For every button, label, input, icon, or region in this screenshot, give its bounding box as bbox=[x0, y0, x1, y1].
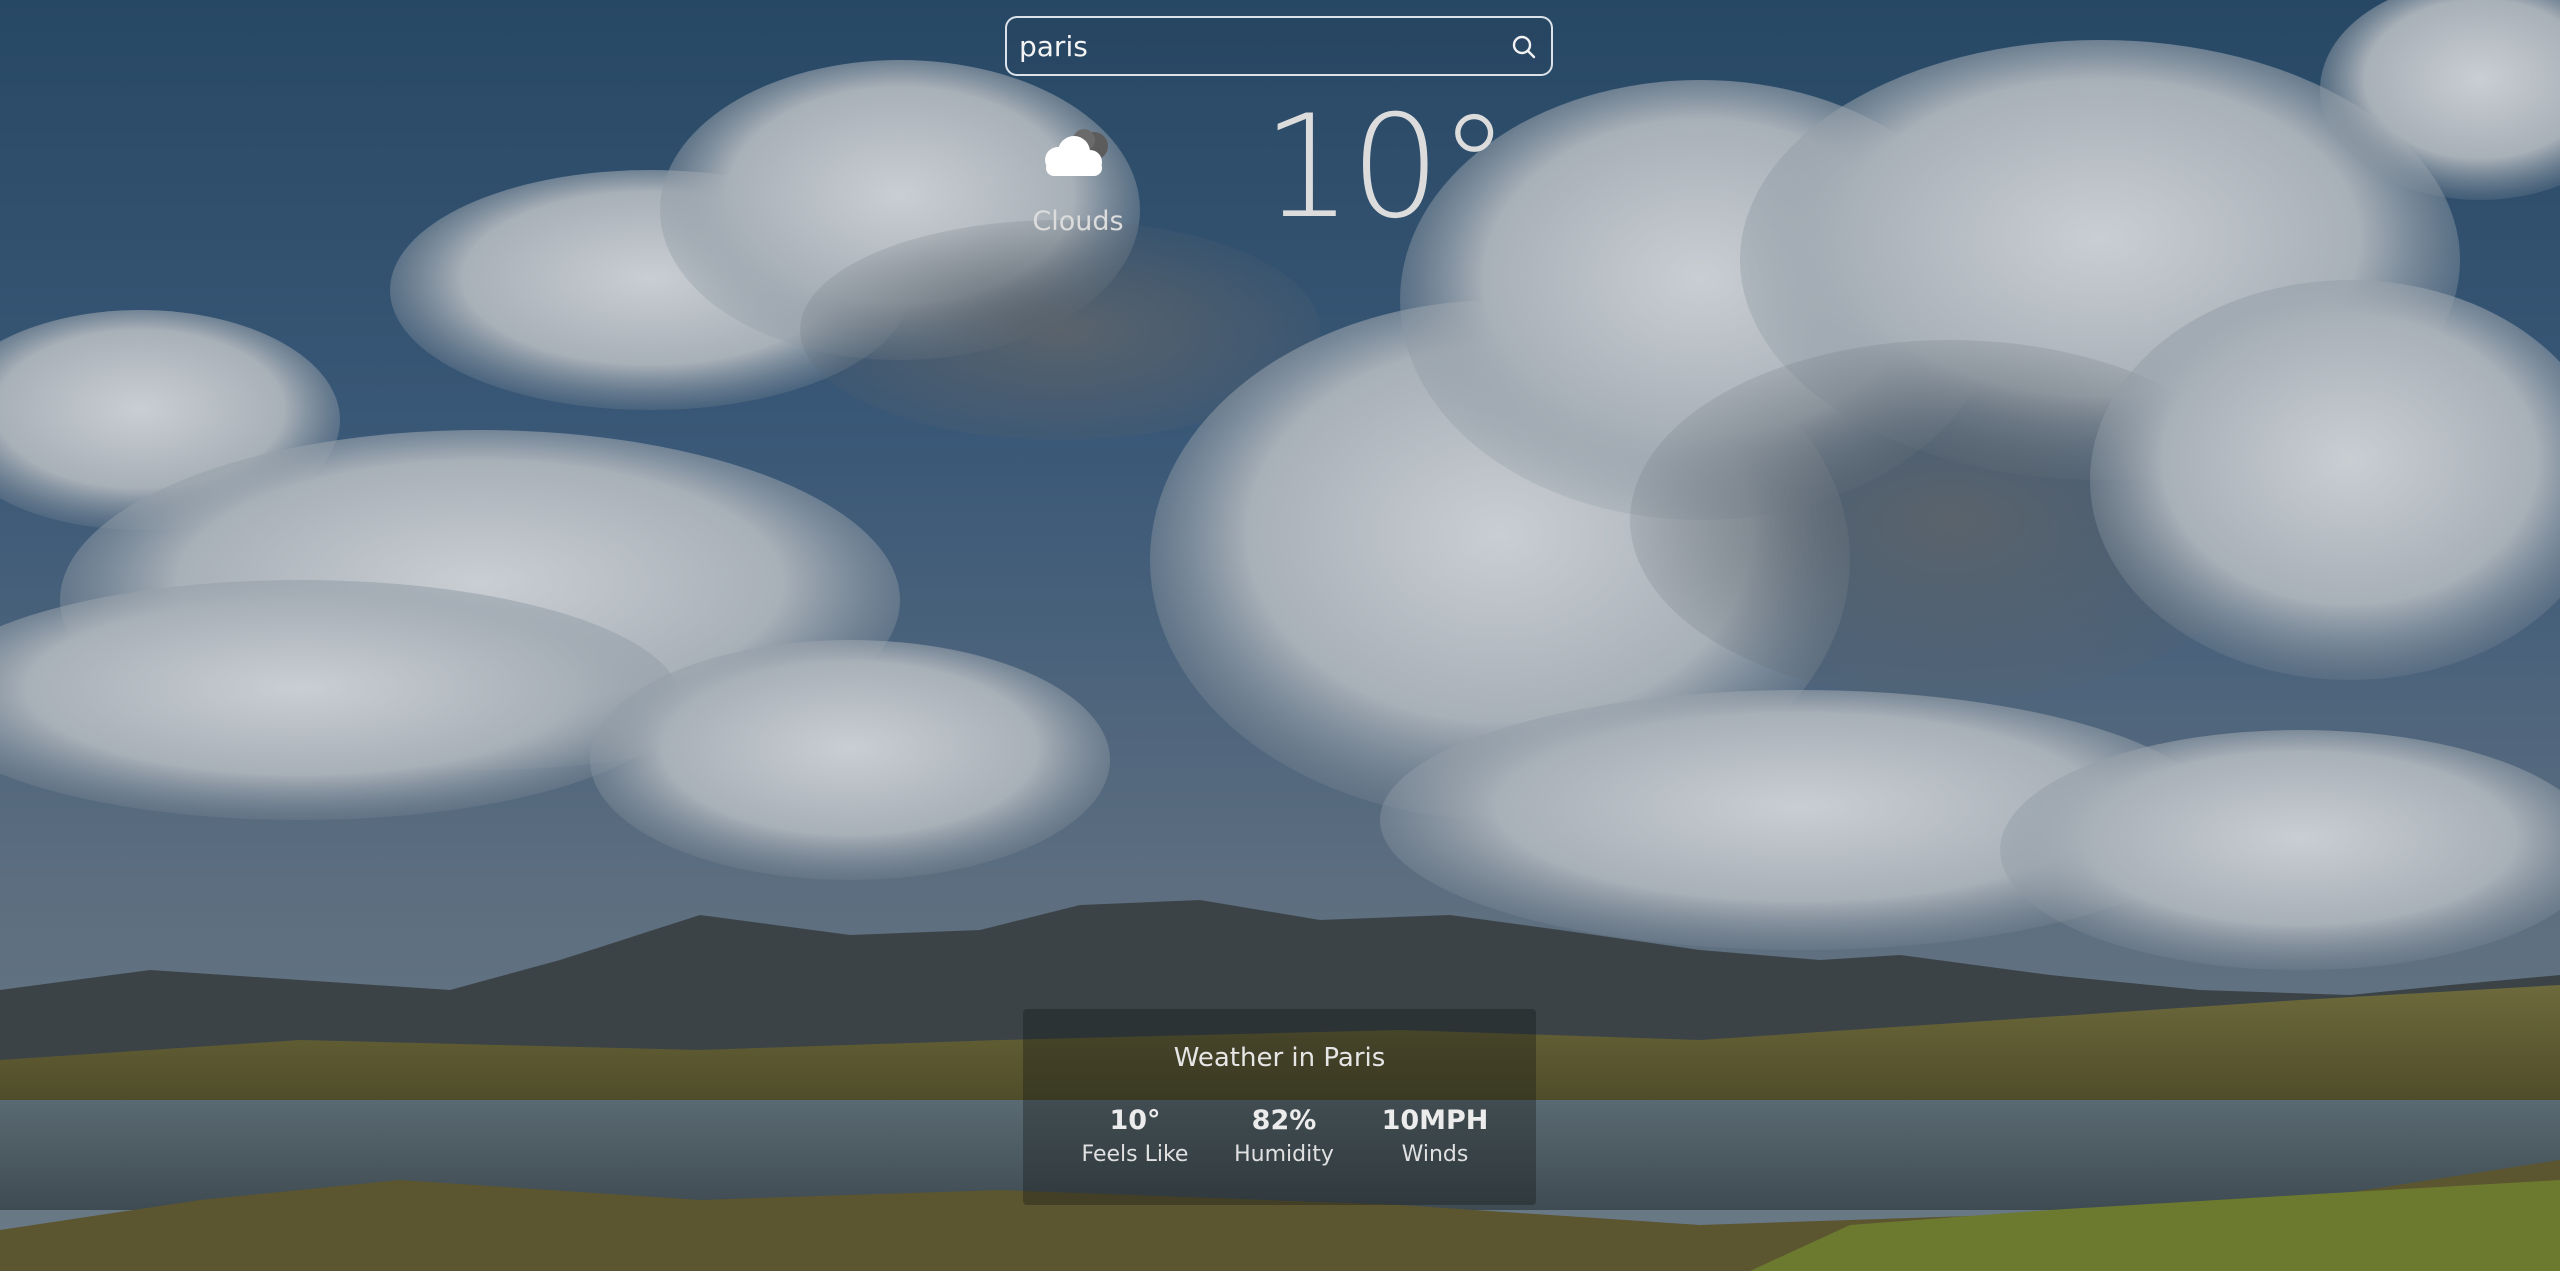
humidity-label: Humidity bbox=[1234, 1142, 1334, 1167]
humidity-value: 82% bbox=[1251, 1105, 1317, 1136]
weather-details-card: Weather in Paris 10° Feels Like 82% Humi… bbox=[1023, 1009, 1536, 1205]
location-title: Weather in Paris bbox=[1173, 1043, 1386, 1073]
humidity-stat: 82% Humidity bbox=[1204, 1103, 1364, 1171]
winds-stat: 10MPH Winds bbox=[1355, 1103, 1515, 1171]
current-temperature: 10° bbox=[1262, 85, 1510, 250]
search-bar bbox=[1005, 16, 1553, 76]
search-button[interactable] bbox=[1507, 30, 1541, 64]
feels-like-value: 10° bbox=[1109, 1105, 1161, 1136]
winds-label: Winds bbox=[1401, 1142, 1469, 1167]
search-icon bbox=[1507, 35, 1541, 67]
weather-condition: Clouds bbox=[1032, 206, 1124, 237]
feels-like-stat: 10° Feels Like bbox=[1055, 1103, 1215, 1171]
search-input[interactable] bbox=[1019, 24, 1499, 68]
feels-like-label: Feels Like bbox=[1081, 1142, 1189, 1167]
winds-value: 10MPH bbox=[1381, 1105, 1489, 1136]
cloud-icon bbox=[1036, 126, 1118, 182]
